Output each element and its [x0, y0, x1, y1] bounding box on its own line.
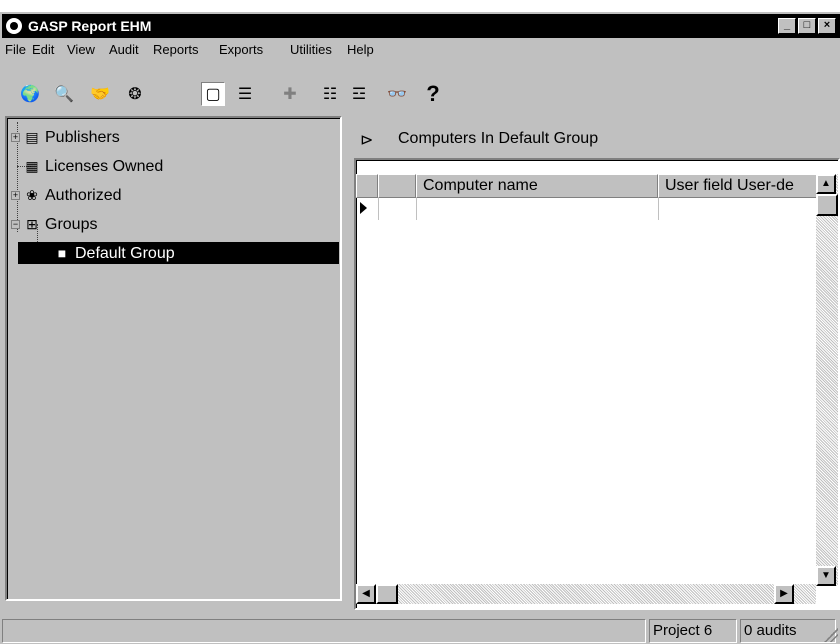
scroll-thumb[interactable]: [376, 584, 398, 604]
folders-icon: ⊞: [26, 216, 38, 232]
scroll-left-icon[interactable]: ◀: [356, 584, 376, 604]
tree-item-label: Default Group: [75, 245, 175, 262]
menu-edit[interactable]: Edit: [32, 42, 54, 57]
menu-exports[interactable]: Exports: [219, 42, 263, 57]
open-folder-icon: ⊳: [360, 132, 374, 149]
title-bar[interactable]: GASP Report EHM _ □ ×: [2, 14, 840, 38]
status-main: [2, 619, 646, 643]
tree-item-label: Groups: [45, 216, 98, 233]
computers-grid[interactable]: Computer name User field User-de ▲ ▼ ◀ ▶: [354, 158, 840, 610]
globe-icon[interactable]: 🌍: [18, 82, 42, 106]
grid-line: [658, 198, 659, 220]
add-icon[interactable]: ✚: [278, 82, 302, 106]
menu-reports[interactable]: Reports: [153, 42, 199, 57]
expand-icon[interactable]: +: [11, 191, 20, 201]
tree-item-label: Publishers: [45, 129, 120, 146]
column-header-indicator[interactable]: [356, 174, 378, 198]
horizontal-scrollbar[interactable]: ◀ ▶: [356, 584, 816, 604]
folder-icon: ■: [57, 245, 67, 261]
menu-utilities[interactable]: Utilities: [290, 42, 332, 57]
close-button[interactable]: ×: [818, 18, 836, 34]
column-header-computer-name[interactable]: Computer name: [416, 174, 658, 198]
menu-audit[interactable]: Audit: [109, 42, 139, 57]
tree-item-label: Authorized: [45, 187, 122, 204]
status-audits: 0 audits: [740, 619, 836, 643]
glasses-icon[interactable]: 👓: [385, 82, 409, 106]
list-numbered-icon[interactable]: ☲: [347, 82, 371, 106]
expand-icon[interactable]: +: [11, 133, 20, 143]
tree-item-publishers[interactable]: + ▤ Publishers: [11, 126, 120, 148]
column-header-blank[interactable]: [378, 174, 416, 198]
maximize-button[interactable]: □: [798, 18, 816, 34]
tree-item-licenses-owned[interactable]: ▦ Licenses Owned: [24, 155, 163, 177]
book-icon: ▤: [25, 129, 39, 145]
tree-view[interactable]: + ▤ Publishers ▦ Licenses Owned + ❀ Authorize…: [5, 116, 342, 601]
license-icon: ▦: [25, 158, 39, 174]
tree-item-authorized[interactable]: + ❀ Authorized: [11, 184, 122, 206]
collapse-icon[interactable]: −: [11, 220, 20, 230]
scroll-down-icon[interactable]: ▼: [816, 566, 836, 586]
menu-view[interactable]: View: [67, 42, 95, 57]
status-project: Project 6: [649, 619, 737, 643]
split-pane-icon[interactable]: ☰: [233, 82, 257, 106]
menu-file[interactable]: File: [5, 42, 26, 57]
status-bar: Project 6 0 audits: [0, 617, 840, 644]
window-title: GASP Report EHM: [28, 18, 152, 34]
pane-title: Computers In Default Group: [398, 130, 599, 147]
network-icon[interactable]: ❂: [123, 82, 147, 106]
magnify-icon[interactable]: 🔍: [52, 82, 76, 106]
app-icon[interactable]: [6, 18, 22, 34]
single-pane-icon[interactable]: ▢: [201, 82, 225, 106]
vertical-scrollbar[interactable]: ▲ ▼: [816, 174, 838, 586]
toolbar: 🌍 🔍 🤝 ❂ ▢ ☰ ✚ ☷ ☲ 👓 ?: [0, 60, 840, 110]
current-row-indicator-icon: [360, 202, 367, 214]
column-header-user-field[interactable]: User field User-de: [658, 174, 818, 198]
right-pane: ⊳ Computers In Default Group Computer na…: [352, 116, 840, 612]
list-check-icon[interactable]: ☷: [318, 82, 342, 106]
resize-grip-icon[interactable]: [824, 628, 838, 642]
menu-help[interactable]: Help: [347, 42, 374, 57]
authorized-icon: ❀: [26, 187, 38, 203]
tree-item-default-group[interactable]: ■ Default Group: [18, 242, 339, 264]
pane-header: ⊳ Computers In Default Group: [352, 126, 840, 154]
help-icon[interactable]: ?: [421, 81, 445, 106]
hand-icon[interactable]: 🤝: [88, 82, 112, 106]
app-window: GASP Report EHM _ □ × File Edit View Aud…: [0, 12, 840, 644]
scroll-right-icon[interactable]: ▶: [774, 584, 794, 604]
tree-item-label: Licenses Owned: [45, 158, 164, 175]
tree-item-groups[interactable]: − ⊞ Groups: [11, 213, 97, 235]
scroll-up-icon[interactable]: ▲: [816, 174, 836, 194]
grid-line: [416, 198, 417, 220]
grid-line: [378, 198, 379, 220]
menu-bar: File Edit View Audit Reports Exports Uti…: [0, 39, 840, 59]
minimize-button[interactable]: _: [778, 18, 796, 34]
scroll-thumb[interactable]: [816, 194, 838, 216]
